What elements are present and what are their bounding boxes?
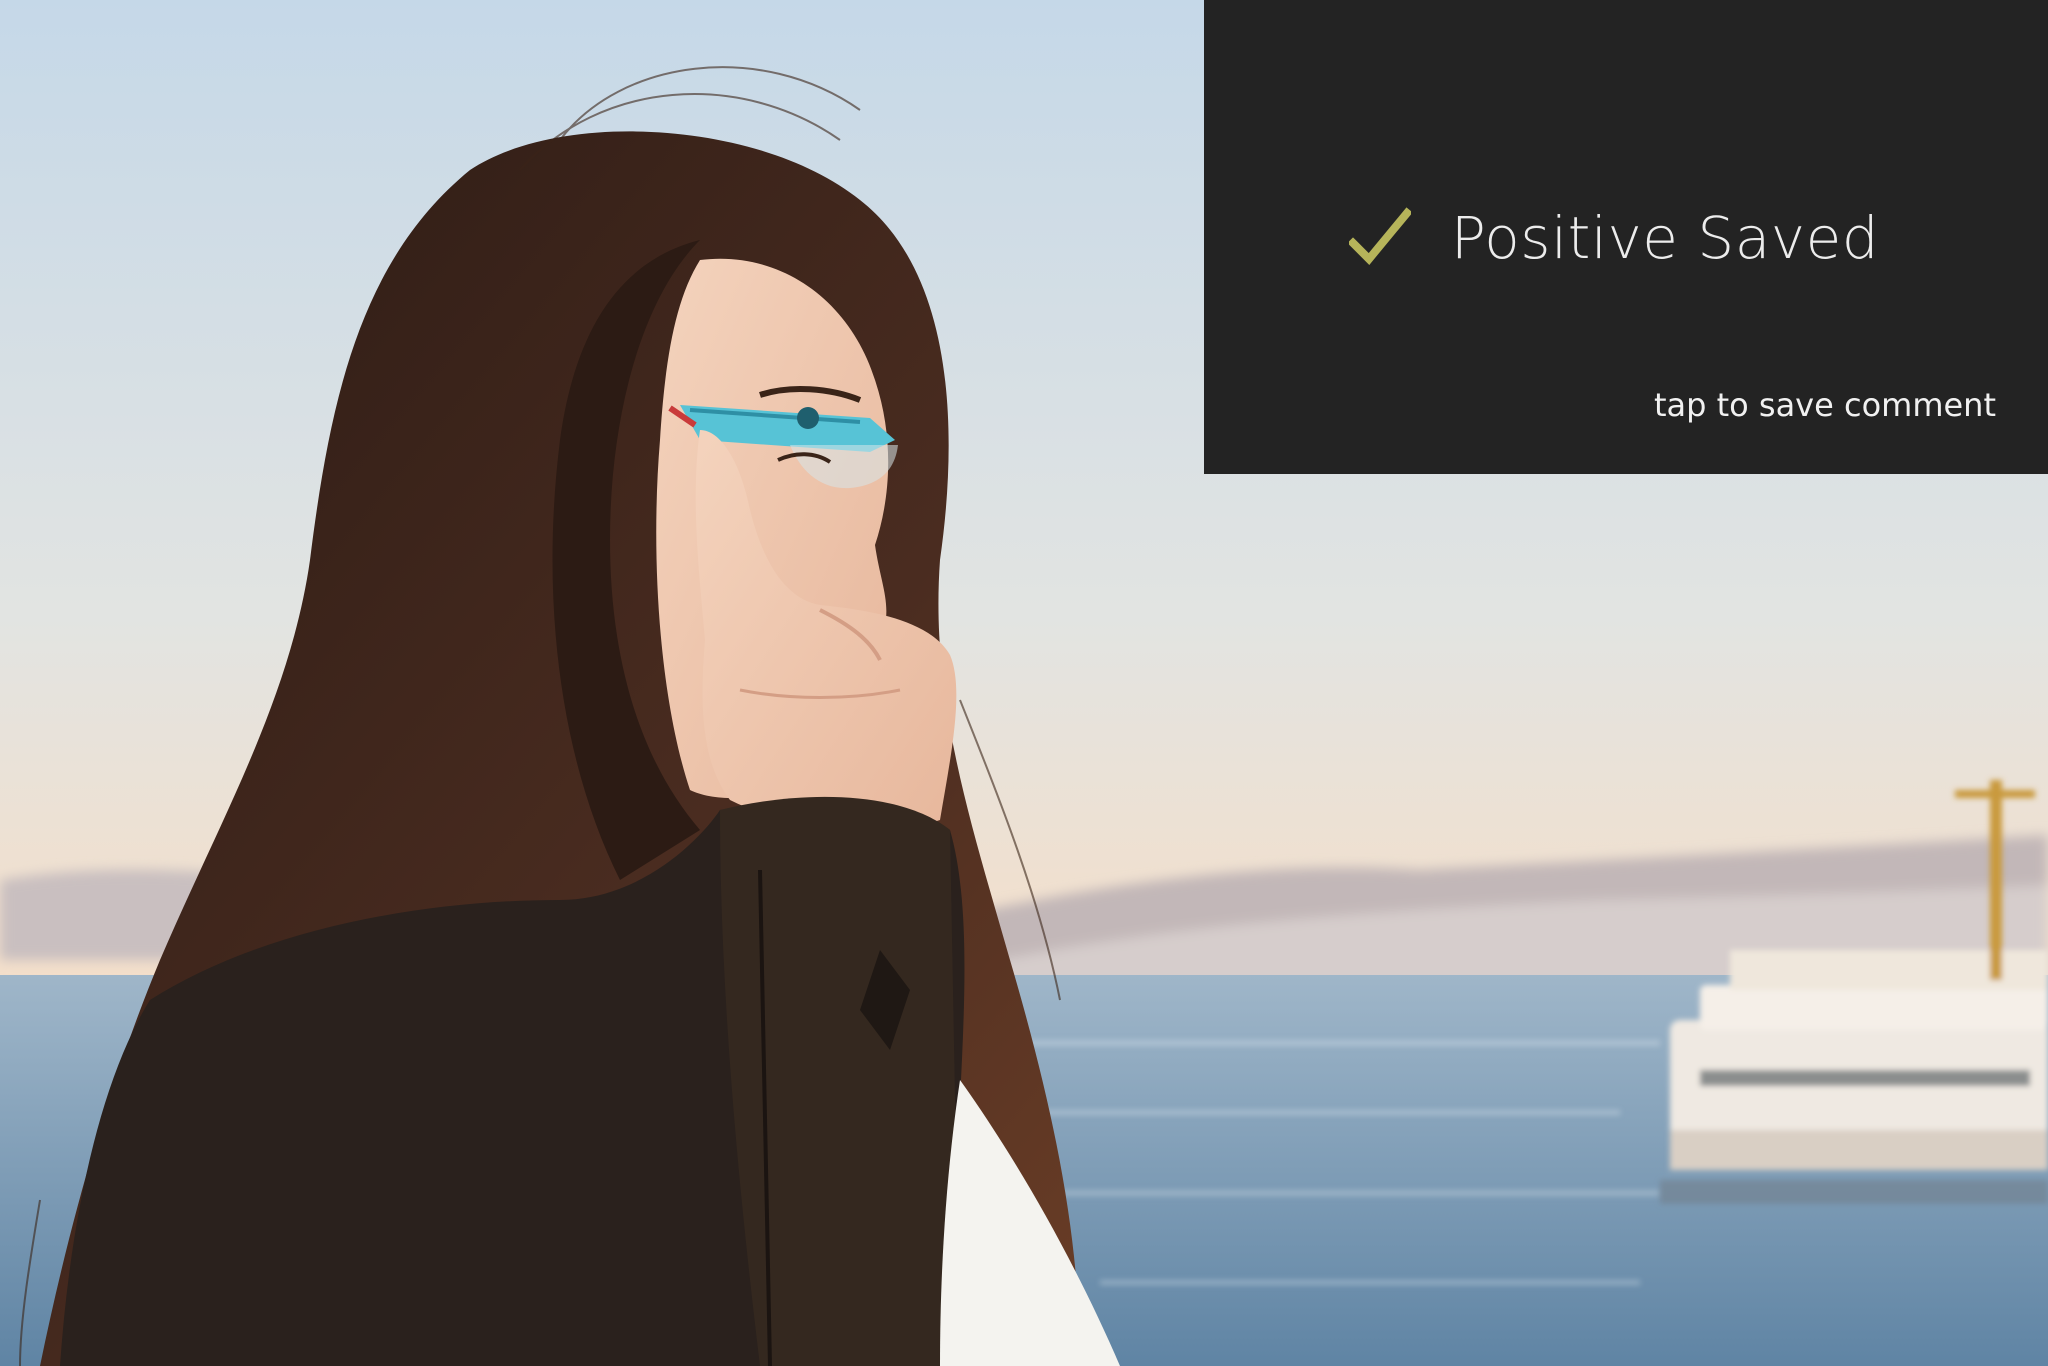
- card-title: Positive Saved: [1450, 204, 1880, 272]
- card-status-row: Positive Saved: [1204, 196, 2048, 280]
- glass-notification-card[interactable]: Positive Saved tap to save comment: [1204, 0, 2048, 474]
- tap-hint-label[interactable]: tap to save comment: [1654, 386, 1996, 424]
- check-icon: [1347, 207, 1413, 269]
